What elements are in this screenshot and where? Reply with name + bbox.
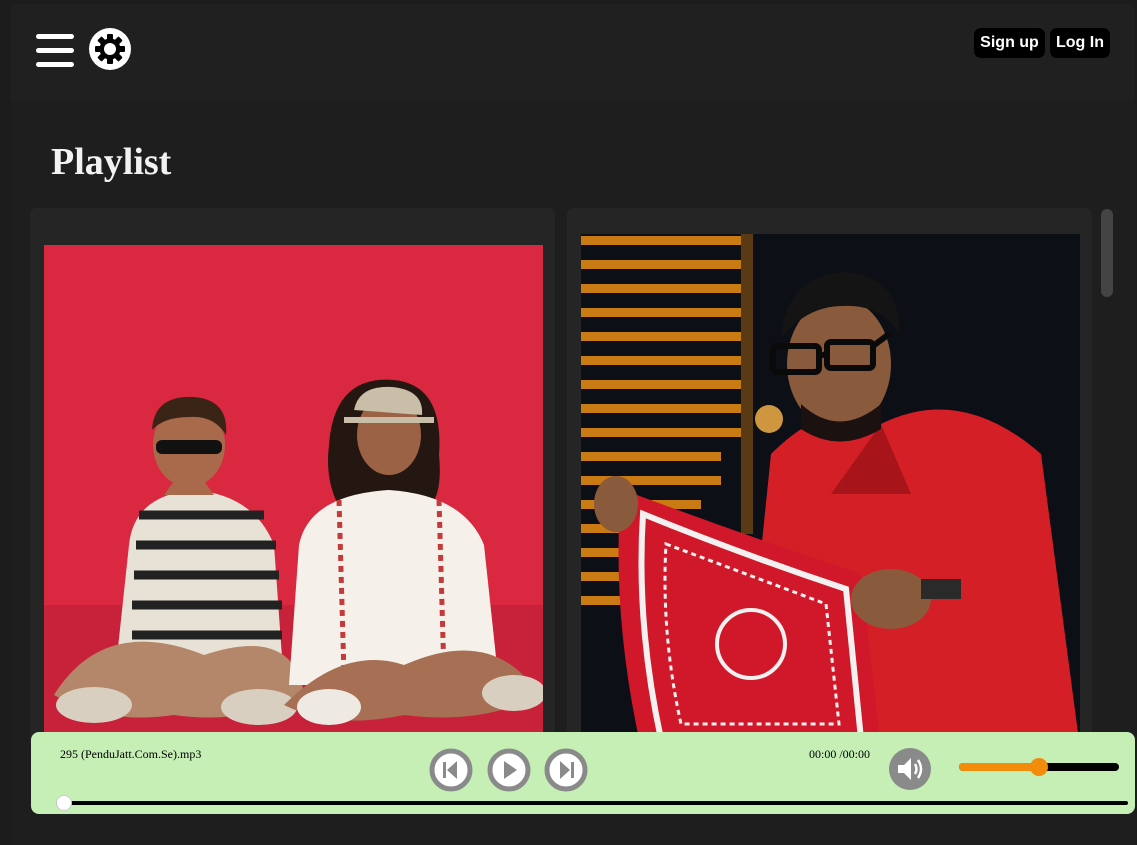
volume-level xyxy=(959,763,1039,771)
volume-icon[interactable] xyxy=(888,747,932,791)
time-display: 00:00 /00:00 xyxy=(809,747,871,761)
next-icon[interactable] xyxy=(544,748,588,792)
scrollbar-thumb[interactable] xyxy=(1101,209,1113,297)
seek-track xyxy=(56,801,1128,805)
playlist-card[interactable] xyxy=(30,208,555,748)
menu-icon[interactable] xyxy=(36,34,74,68)
page-title: Playlist xyxy=(51,141,172,183)
previous-icon[interactable] xyxy=(429,748,473,792)
app-window: Sign up Log In Playlist 295 (PenduJatt.C… xyxy=(11,4,1135,845)
seek-handle[interactable] xyxy=(56,795,72,811)
play-icon[interactable] xyxy=(487,748,531,792)
top-navbar: Sign up Log In xyxy=(11,4,1135,100)
album-cover-image xyxy=(44,245,543,748)
album-cover-image xyxy=(581,234,1080,748)
seek-bar[interactable] xyxy=(56,794,1128,812)
track-name: 295 (PenduJatt.Com.Se).mp3 xyxy=(60,747,202,761)
signup-button[interactable]: Sign up xyxy=(974,28,1045,58)
volume-handle[interactable] xyxy=(1030,758,1048,776)
playlist-card[interactable] xyxy=(567,208,1092,748)
volume-slider[interactable] xyxy=(959,758,1119,778)
login-button[interactable]: Log In xyxy=(1050,28,1110,58)
gear-icon[interactable] xyxy=(88,27,132,71)
music-player-bar: 295 (PenduJatt.Com.Se).mp3 00:00 /00:00 xyxy=(31,732,1135,814)
